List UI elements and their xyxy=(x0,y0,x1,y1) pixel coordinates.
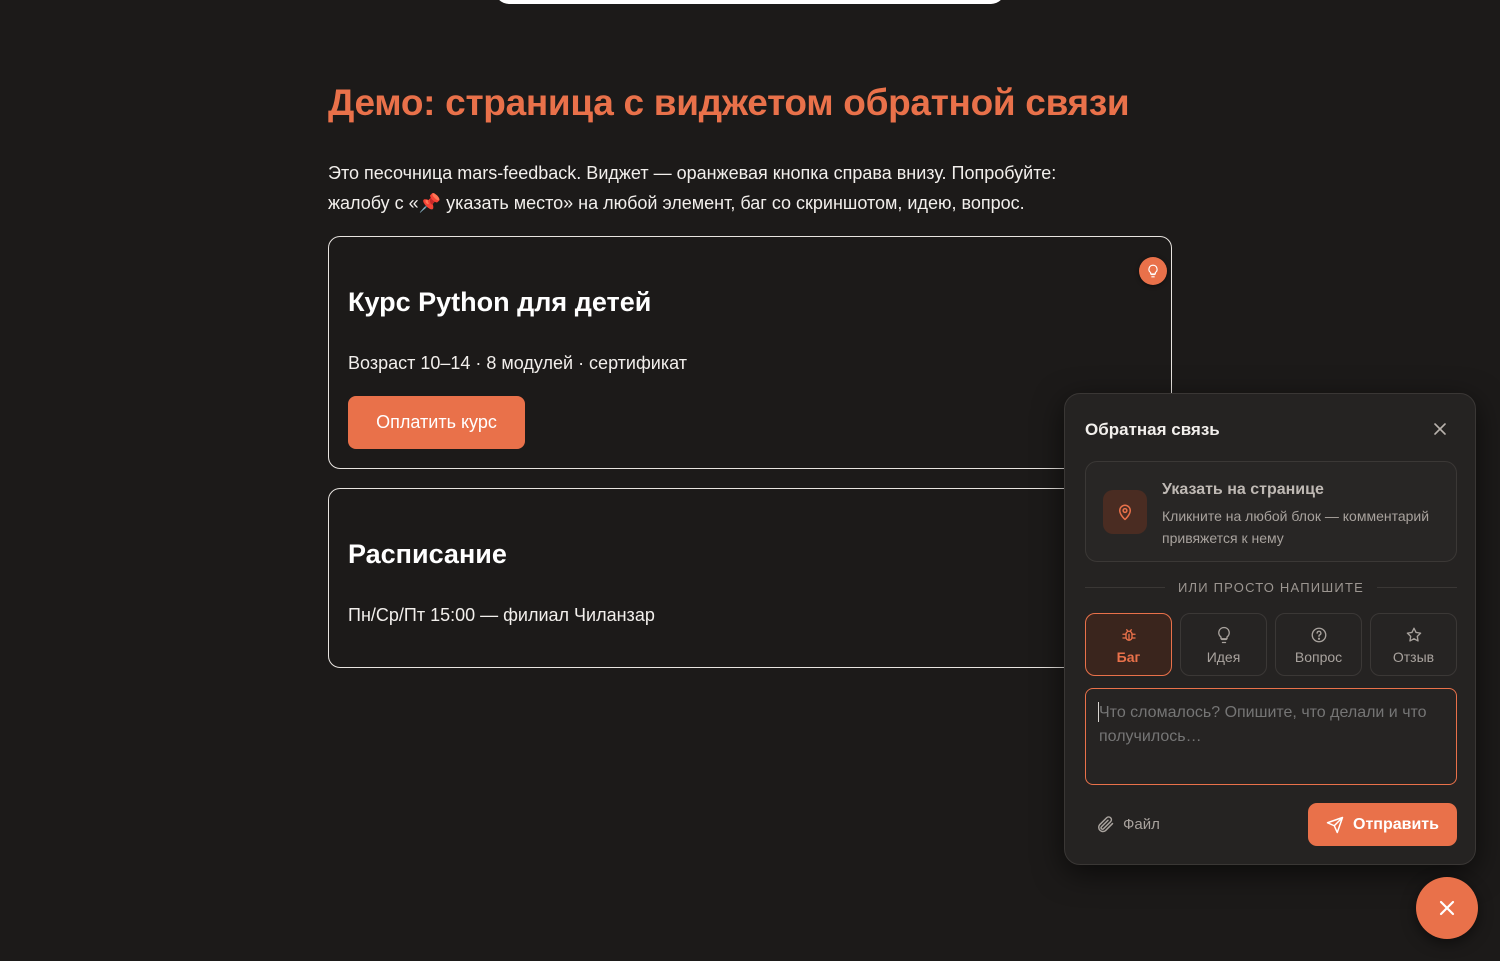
pick-description: Кликните на любой блок — комментарий при… xyxy=(1162,508,1430,546)
schedule-card[interactable]: Расписание Пн/Ср/Пт 15:00 — филиал Чилан… xyxy=(328,488,1172,668)
text-caret xyxy=(1098,702,1099,722)
lightbulb-icon xyxy=(1148,264,1158,278)
widget-close-button[interactable] xyxy=(1429,418,1451,440)
question-icon xyxy=(1310,625,1328,645)
bug-icon xyxy=(1120,625,1138,645)
intro-text: Это песочница mars-feedback. Виджет — ор… xyxy=(328,158,1128,218)
close-icon xyxy=(1439,900,1455,916)
type-question-label: Вопрос xyxy=(1294,648,1343,665)
intro-line-2-end: указать место» на любой элемент, баг со … xyxy=(441,193,1025,213)
intro-line-1: Это песочница mars-feedback. Виджет — ор… xyxy=(328,163,1057,183)
feedback-type-selector: Баг Идея Вопрос Отзыв xyxy=(1085,613,1457,676)
page-title: Демо: страница с виджетом обратной связи xyxy=(328,82,1130,123)
divider-line-right xyxy=(1377,587,1457,588)
feedback-marker[interactable] xyxy=(1139,257,1167,285)
course-card[interactable]: Курс Python для детей Возраст 10–14 · 8 … xyxy=(328,236,1172,469)
attach-file-button[interactable]: Файл xyxy=(1095,812,1160,836)
feedback-toggle-button[interactable] xyxy=(1416,877,1478,939)
type-review-button[interactable]: Отзыв xyxy=(1370,613,1457,676)
send-icon xyxy=(1326,816,1344,833)
feedback-widget: Обратная связь Указать на странице Кликн… xyxy=(1064,393,1476,865)
widget-title: Обратная связь xyxy=(1085,420,1220,439)
attach-file-label: Файл xyxy=(1123,815,1160,833)
paperclip-icon xyxy=(1098,816,1114,833)
pay-course-button[interactable]: Оплатить курс xyxy=(348,396,525,449)
lightbulb-icon xyxy=(1215,625,1233,645)
point-on-page-option[interactable]: Указать на странице Кликните на любой бл… xyxy=(1085,461,1457,562)
message-textarea[interactable] xyxy=(1085,688,1457,785)
type-idea-button[interactable]: Идея xyxy=(1180,613,1267,676)
course-details: Возраст 10–14 · 8 модулей · сертификат xyxy=(348,353,687,373)
type-bug-label: Баг xyxy=(1116,648,1141,665)
location-pin-icon xyxy=(1119,504,1131,521)
type-review-label: Отзыв xyxy=(1392,648,1435,665)
pick-title: Указать на странице xyxy=(1162,481,1324,498)
top-overlay-bar xyxy=(495,0,1005,4)
schedule-details: Пн/Ср/Пт 15:00 — филиал Чиланзар xyxy=(348,605,655,625)
star-icon xyxy=(1405,625,1423,645)
type-question-button[interactable]: Вопрос xyxy=(1275,613,1362,676)
close-icon xyxy=(1434,423,1446,435)
type-idea-label: Идея xyxy=(1206,648,1241,665)
or-divider: ИЛИ ПРОСТО НАПИШИТЕ xyxy=(1085,579,1457,595)
schedule-title: Расписание xyxy=(348,539,507,569)
pick-icon-box xyxy=(1103,490,1147,534)
send-button[interactable]: Отправить xyxy=(1308,803,1457,846)
type-bug-button[interactable]: Баг xyxy=(1085,613,1172,676)
course-title: Курс Python для детей xyxy=(348,287,652,317)
send-label: Отправить xyxy=(1353,815,1439,833)
pin-icon: 📌 xyxy=(418,193,442,213)
intro-line-2-start: жалобу с « xyxy=(328,193,419,213)
